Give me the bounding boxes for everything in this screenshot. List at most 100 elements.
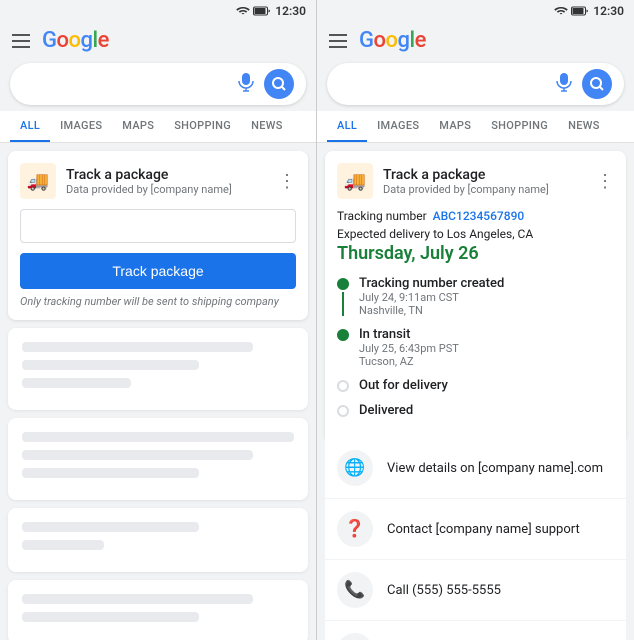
right-google-logo: Google xyxy=(359,28,426,53)
timeline-line-1 xyxy=(342,292,344,316)
action-contact-support[interactable]: ❓ Contact [company name] support xyxy=(325,499,626,560)
timeline-dot-area-2 xyxy=(337,327,349,341)
left-skeleton-card-1 xyxy=(8,328,308,410)
action-track-another[interactable]: 🚚 Track another package xyxy=(325,621,626,640)
left-tracking-input[interactable]: ABC1234567890 xyxy=(20,209,296,243)
right-tab-all[interactable]: ALL xyxy=(327,111,367,142)
skeleton-line xyxy=(22,594,253,604)
timeline: Tracking number created July 24, 9:11am … xyxy=(337,276,614,438)
left-track-button[interactable]: Track package xyxy=(20,253,296,289)
timeline-content-outfordelivery: Out for delivery xyxy=(359,378,614,393)
right-tab-images[interactable]: IMAGES xyxy=(367,111,429,142)
timeline-content-transit: In transit July 25, 6:43pm PST Tucson, A… xyxy=(359,327,614,368)
left-card-header: 🚚 Track a package Data provided by [comp… xyxy=(20,163,296,199)
tracking-number-row: Tracking number ABC1234567890 xyxy=(337,209,614,223)
delivery-date: Thursday, July 26 xyxy=(337,243,614,264)
right-search-input[interactable]: [company] package tracking xyxy=(339,76,546,92)
left-card-subtitle: Data provided by [company name] xyxy=(66,183,278,196)
right-time: 12:30 xyxy=(593,4,624,18)
skeleton-line xyxy=(22,540,104,550)
delivery-label: Expected delivery to Los Angeles, CA xyxy=(337,227,614,241)
left-phone-panel: 12:30 Google [company] package tracking xyxy=(0,0,317,640)
timeline-detail-created: July 24, 9:11am CST xyxy=(359,291,614,304)
left-time: 12:30 xyxy=(275,4,306,18)
timeline-dot-created xyxy=(337,278,349,290)
right-card-truck-icon: 🚚 xyxy=(337,163,373,199)
right-search-button[interactable] xyxy=(582,69,612,99)
google-logo: Google xyxy=(42,28,109,53)
right-top-bar: Google xyxy=(317,22,634,57)
left-main-content: 🚚 Track a package Data provided by [comp… xyxy=(0,143,316,640)
left-search-tabs: ALL IMAGES MAPS SHOPPING NEWS xyxy=(0,111,316,143)
truck-icon: 🚚 xyxy=(337,633,373,640)
timeline-item-delivered: Delivered xyxy=(337,403,614,418)
right-card-title-area: Track a package Data provided by [compan… xyxy=(383,167,596,196)
globe-icon: 🌐 xyxy=(337,450,373,486)
wifi-icon xyxy=(236,6,250,16)
action-view-details-label: View details on [company name].com xyxy=(387,461,603,476)
left-card-truck-icon: 🚚 xyxy=(20,163,56,199)
timeline-content-delivered: Delivered xyxy=(359,403,614,418)
battery-icon xyxy=(253,6,271,16)
skeleton-line xyxy=(22,522,199,532)
right-status-icons xyxy=(554,6,589,16)
timeline-title-transit: In transit xyxy=(359,327,614,342)
action-view-details[interactable]: 🌐 View details on [company name].com xyxy=(325,438,626,499)
left-skeleton-card-4 xyxy=(8,580,308,640)
skeleton-line xyxy=(22,360,199,370)
skeleton-line xyxy=(22,450,253,460)
right-tab-maps[interactable]: MAPS xyxy=(429,111,481,142)
search-icon xyxy=(271,76,287,92)
right-search-bar: [company] package tracking xyxy=(327,63,624,105)
timeline-item-transit: In transit July 25, 6:43pm PST Tucson, A… xyxy=(337,327,614,368)
timeline-dot-area-4 xyxy=(337,403,349,417)
action-call-label: Call (555) 555-5555 xyxy=(387,583,501,598)
tracking-number-value[interactable]: ABC1234567890 xyxy=(433,209,525,223)
action-call[interactable]: 📞 Call (555) 555-5555 xyxy=(325,560,626,621)
hamburger-menu-icon[interactable] xyxy=(12,34,30,48)
skeleton-line xyxy=(22,468,199,478)
right-main-content: 🚚 Track a package Data provided by [comp… xyxy=(317,143,634,640)
left-search-bar: [company] package tracking xyxy=(10,63,306,105)
right-tab-shopping[interactable]: SHOPPING xyxy=(481,111,558,142)
help-icon: ❓ xyxy=(337,511,373,547)
action-contact-support-label: Contact [company name] support xyxy=(387,522,580,537)
right-search-tabs: ALL IMAGES MAPS SHOPPING NEWS xyxy=(317,111,634,143)
skeleton-line xyxy=(22,342,253,352)
left-tab-all[interactable]: ALL xyxy=(10,111,50,142)
right-hamburger-menu-icon[interactable] xyxy=(329,34,347,48)
left-card-title: Track a package xyxy=(66,167,278,183)
skeleton-line xyxy=(22,612,199,622)
timeline-content-created: Tracking number created July 24, 9:11am … xyxy=(359,276,614,317)
right-more-options-button[interactable]: ⋮ xyxy=(596,172,614,190)
phone-icon: 📞 xyxy=(337,572,373,608)
left-tab-shopping[interactable]: SHOPPING xyxy=(164,111,241,142)
timeline-dot-area-1 xyxy=(337,276,349,316)
timeline-dot-delivered xyxy=(337,405,349,417)
left-card-title-area: Track a package Data provided by [compan… xyxy=(66,167,278,196)
tracking-number-label: Tracking number xyxy=(337,209,427,223)
right-wifi-icon xyxy=(554,6,568,16)
left-package-card: 🚚 Track a package Data provided by [comp… xyxy=(8,151,308,320)
timeline-item-created: Tracking number created July 24, 9:11am … xyxy=(337,276,614,317)
left-search-input[interactable]: [company] package tracking xyxy=(22,76,228,92)
left-disclaimer: Only tracking number will be sent to shi… xyxy=(20,295,296,308)
left-search-button[interactable] xyxy=(264,69,294,99)
timeline-title-delivered: Delivered xyxy=(359,403,614,418)
skeleton-line xyxy=(22,432,294,442)
left-status-bar: 12:30 xyxy=(0,0,316,22)
timeline-item-outfordelivery: Out for delivery xyxy=(337,378,614,393)
right-mic-button[interactable] xyxy=(554,71,574,98)
right-status-bar: 12:30 xyxy=(317,0,634,22)
timeline-dot-area-3 xyxy=(337,378,349,392)
left-skeleton-card-3 xyxy=(8,508,308,572)
left-more-options-button[interactable]: ⋮ xyxy=(278,172,296,190)
left-tab-maps[interactable]: MAPS xyxy=(112,111,164,142)
right-phone-panel: 12:30 Google [company] package tracking xyxy=(317,0,634,640)
right-tab-news[interactable]: NEWS xyxy=(558,111,610,142)
right-battery-icon xyxy=(571,6,589,16)
left-mic-button[interactable] xyxy=(236,71,256,98)
left-tab-images[interactable]: IMAGES xyxy=(50,111,112,142)
left-tab-news[interactable]: NEWS xyxy=(241,111,293,142)
right-search-icon xyxy=(589,76,605,92)
